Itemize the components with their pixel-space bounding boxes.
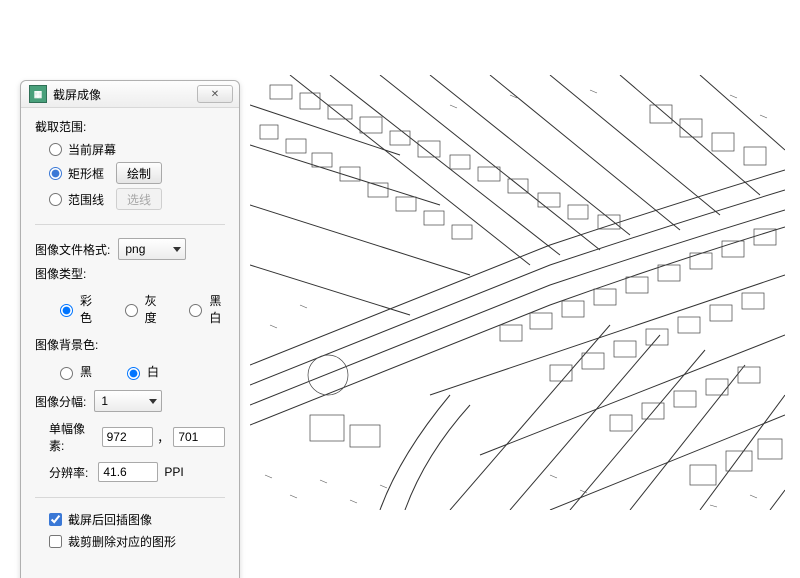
close-button[interactable]: ✕ [197, 85, 233, 103]
width-input[interactable]: 972 [102, 427, 154, 447]
radio-white[interactable] [127, 367, 140, 380]
radio-black[interactable] [60, 367, 73, 380]
radio-bw[interactable] [189, 304, 202, 317]
image-type-label: 图像类型: [35, 265, 225, 282]
split-label: 图像分幅: [35, 393, 86, 410]
resolution-input[interactable]: 41.6 [98, 462, 158, 482]
chevron-down-icon [173, 247, 181, 252]
radio-rect-box[interactable] [49, 167, 62, 180]
radio-rect-box-label: 矩形框 [68, 165, 110, 182]
checkbox-clip-delete[interactable] [49, 535, 62, 548]
radio-current-screen[interactable] [49, 143, 62, 156]
checkbox-reinsert[interactable] [49, 513, 62, 526]
pixel-size-label: 单幅像素: [49, 420, 98, 454]
radio-current-screen-label: 当前屏幕 [68, 141, 116, 158]
dialog-titlebar: ▦ 截屏成像 ✕ [21, 81, 239, 108]
checkbox-reinsert-label: 截屏后回插图像 [68, 511, 152, 528]
select-line-button[interactable]: 选线 [116, 188, 162, 210]
close-icon: ✕ [211, 89, 219, 100]
split-value: 1 [101, 394, 108, 408]
file-format-label: 图像文件格式: [35, 241, 110, 258]
chevron-down-icon [149, 399, 157, 404]
radio-color-label: 彩色 [80, 292, 96, 326]
resolution-label: 分辨率: [49, 464, 88, 481]
app-icon: ▦ [29, 85, 47, 103]
radio-color[interactable] [60, 304, 73, 317]
dialog-title: 截屏成像 [53, 86, 197, 103]
bg-color-label: 图像背景色: [35, 336, 225, 353]
split-select[interactable]: 1 [94, 390, 162, 412]
radio-bw-label: 黑白 [209, 292, 225, 326]
file-format-select[interactable]: png [118, 238, 186, 260]
height-input[interactable]: 701 [173, 427, 225, 447]
radio-gray-label: 灰度 [145, 292, 161, 326]
file-format-value: png [125, 242, 145, 256]
pixel-size-sep: ， [157, 429, 169, 446]
radio-boundary-line-label: 范围线 [68, 191, 110, 208]
draw-button[interactable]: 绘制 [116, 162, 162, 184]
radio-gray[interactable] [125, 304, 138, 317]
capture-range-label: 截取范围: [35, 118, 225, 135]
map-canvas [250, 75, 785, 510]
checkbox-clip-delete-label: 裁剪删除对应的图形 [68, 533, 176, 550]
resolution-unit: PPI [164, 465, 183, 479]
radio-white-label: 白 [147, 363, 159, 380]
screenshot-dialog: ▦ 截屏成像 ✕ 截取范围: 当前屏幕 矩形框 绘制 [20, 80, 240, 578]
radio-black-label: 黑 [80, 363, 92, 380]
radio-boundary-line[interactable] [49, 193, 62, 206]
